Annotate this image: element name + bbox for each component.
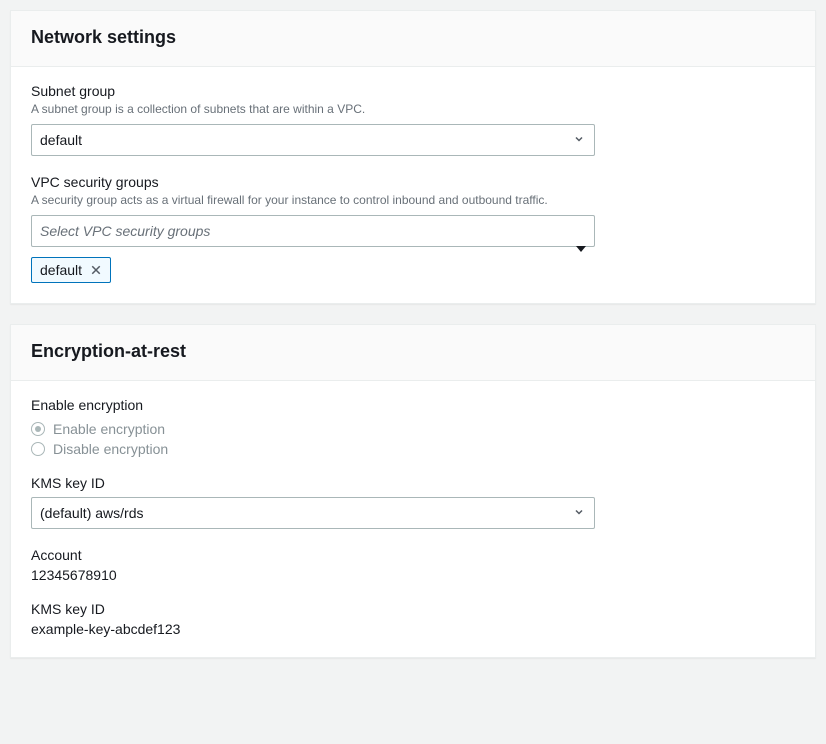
kms-key-id-label: KMS key ID [31, 475, 795, 491]
disable-encryption-option-label: Disable encryption [53, 441, 168, 457]
kms-key-id-field: KMS key ID (default) aws/rds [31, 475, 795, 529]
vpc-security-groups-placeholder: Select VPC security groups [40, 223, 210, 239]
kms-key-id-value: (default) aws/rds [40, 505, 143, 521]
kms-key-id-readonly-field: KMS key ID example-key-abcdef123 [31, 601, 795, 637]
encryption-title: Encryption-at-rest [31, 341, 795, 362]
vpc-security-groups-desc: A security group acts as a virtual firew… [31, 192, 795, 209]
close-icon [90, 264, 102, 276]
vpc-security-group-token: default [31, 257, 111, 283]
radio-icon [31, 422, 45, 436]
vpc-security-groups-tokens: default [31, 257, 595, 283]
radio-icon [31, 442, 45, 456]
enable-encryption-label: Enable encryption [31, 397, 795, 413]
network-settings-title: Network settings [31, 27, 795, 48]
account-field: Account 12345678910 [31, 547, 795, 583]
account-value: 12345678910 [31, 567, 795, 583]
network-settings-header: Network settings [11, 11, 815, 67]
account-label: Account [31, 547, 795, 563]
subnet-group-desc: A subnet group is a collection of subnet… [31, 101, 795, 118]
encryption-body: Enable encryption Enable encryption Disa… [11, 381, 815, 657]
vpc-security-groups-field: VPC security groups A security group act… [31, 174, 795, 283]
subnet-group-label: Subnet group [31, 83, 795, 99]
enable-encryption-option-label: Enable encryption [53, 421, 165, 437]
dismiss-token-button[interactable] [88, 262, 104, 278]
disable-encryption-radio[interactable]: Disable encryption [31, 441, 795, 457]
subnet-group-field: Subnet group A subnet group is a collect… [31, 83, 795, 156]
encryption-panel: Encryption-at-rest Enable encryption Ena… [10, 324, 816, 658]
caret-down-icon [573, 505, 585, 521]
kms-key-id-readonly-label: KMS key ID [31, 601, 795, 617]
enable-encryption-radio[interactable]: Enable encryption [31, 421, 795, 437]
subnet-group-select[interactable]: default [31, 124, 595, 156]
subnet-group-value: default [40, 132, 82, 148]
network-settings-panel: Network settings Subnet group A subnet g… [10, 10, 816, 304]
vpc-security-groups-select[interactable]: Select VPC security groups [31, 215, 595, 247]
encryption-header: Encryption-at-rest [11, 325, 815, 381]
caret-down-icon [576, 241, 586, 257]
kms-key-id-readonly-value: example-key-abcdef123 [31, 621, 795, 637]
kms-key-id-select[interactable]: (default) aws/rds [31, 497, 595, 529]
token-label: default [40, 262, 82, 278]
vpc-security-groups-multiselect: Select VPC security groups default [31, 215, 595, 283]
vpc-security-groups-label: VPC security groups [31, 174, 795, 190]
caret-down-icon [573, 132, 585, 148]
enable-encryption-field: Enable encryption Enable encryption Disa… [31, 397, 795, 457]
network-settings-body: Subnet group A subnet group is a collect… [11, 67, 815, 303]
